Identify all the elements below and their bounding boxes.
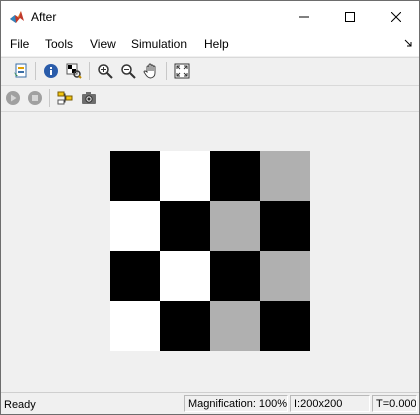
model-blocks-icon	[57, 91, 73, 105]
status-bar: Ready Magnification: 100% I:200x200 T=0.…	[1, 392, 419, 414]
menu-file[interactable]: File	[10, 37, 29, 51]
image-cell	[210, 251, 260, 301]
info-icon	[44, 64, 58, 78]
info-button[interactable]	[41, 61, 61, 81]
library-browser-icon	[14, 63, 27, 78]
sim-time-readout: T=0.000	[372, 395, 417, 412]
fit-to-window-button[interactable]	[172, 61, 192, 81]
hand-icon	[143, 63, 156, 79]
menu-simulation[interactable]: Simulation	[131, 37, 187, 51]
status-text: Ready	[4, 399, 36, 411]
pixel-region-icon	[66, 63, 82, 79]
maximize-button[interactable]	[327, 1, 373, 32]
fit-to-window-icon	[174, 63, 190, 79]
camera-icon	[82, 92, 96, 104]
image-cell	[110, 251, 160, 301]
highlight-block-button[interactable]	[55, 88, 75, 108]
image-cell	[110, 151, 160, 201]
minimize-icon	[299, 16, 309, 17]
menu-bar: File Tools View Simulation Help	[1, 32, 419, 56]
image-cell	[160, 301, 210, 351]
menu-view[interactable]: View	[90, 37, 116, 51]
image-cell	[260, 251, 310, 301]
image-cell	[210, 151, 260, 201]
image-cell	[260, 301, 310, 351]
menu-help[interactable]: Help	[204, 37, 229, 51]
matlab-logo-icon	[10, 11, 24, 23]
image-cell	[260, 151, 310, 201]
open-library-button[interactable]	[11, 61, 31, 81]
play-icon	[6, 91, 20, 105]
image-cell	[160, 151, 210, 201]
snapshot-button[interactable]	[79, 88, 99, 108]
title-bar: After	[1, 1, 419, 32]
image-cell	[160, 201, 210, 251]
image-cell	[210, 301, 260, 351]
close-button[interactable]	[373, 1, 419, 32]
toolbar-separator	[35, 62, 36, 80]
zoom-out-button[interactable]	[118, 61, 138, 81]
image-cell	[110, 301, 160, 351]
main-toolbar	[1, 57, 419, 85]
window-title: After	[31, 10, 57, 24]
run-button[interactable]	[3, 88, 23, 108]
minimize-button[interactable]	[281, 1, 327, 32]
toolbar-separator	[89, 62, 90, 80]
image-cell	[260, 201, 310, 251]
menu-tools[interactable]: Tools	[45, 37, 73, 51]
close-icon	[391, 11, 401, 22]
pan-button[interactable]	[141, 61, 161, 81]
checkerboard-image[interactable]	[110, 151, 310, 351]
image-cell	[210, 201, 260, 251]
zoom-out-icon	[121, 64, 136, 79]
image-display-area	[1, 111, 419, 392]
image-cell	[160, 251, 210, 301]
toolbar-separator	[49, 89, 50, 107]
toolbar-separator	[166, 62, 167, 80]
image-cell	[110, 201, 160, 251]
pixel-region-button[interactable]	[64, 61, 84, 81]
app-window: After File Tools View Simulation Help Re…	[0, 0, 420, 415]
zoom-in-button[interactable]	[95, 61, 115, 81]
simulation-toolbar	[1, 85, 419, 111]
image-size-readout: I:200x200	[290, 395, 370, 412]
magnification-readout: Magnification: 100%	[184, 395, 288, 412]
zoom-in-icon	[98, 64, 113, 79]
stop-button[interactable]	[25, 88, 45, 108]
maximize-icon	[345, 11, 355, 22]
dock-arrow-icon[interactable]	[403, 38, 413, 48]
stop-icon	[28, 91, 42, 105]
